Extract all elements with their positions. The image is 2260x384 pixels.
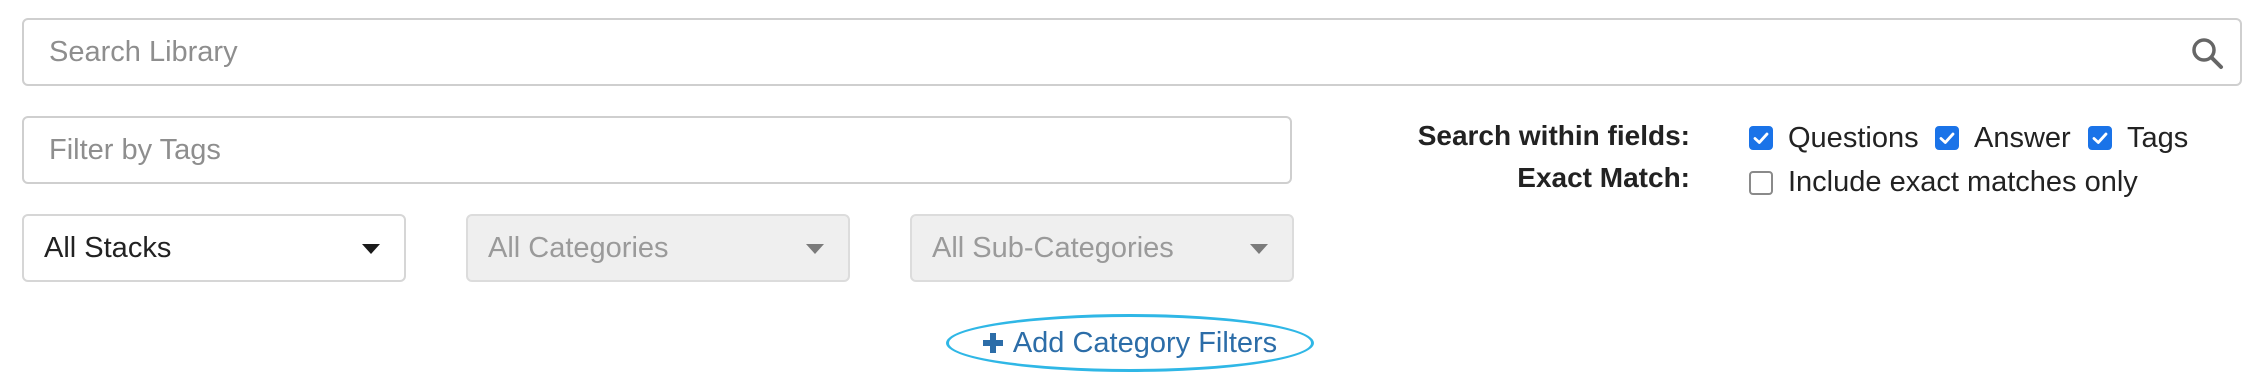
categories-dropdown: All Categories [466, 214, 850, 282]
add-category-filters-label: Add Category Filters [1012, 326, 1278, 359]
caret-down-icon [362, 244, 380, 254]
exact-match-checkbox[interactable] [1749, 171, 1773, 195]
tag-filter-input[interactable]: Filter by Tags [22, 116, 1292, 184]
caret-down-icon [806, 244, 824, 254]
tags-checkbox[interactable] [2088, 126, 2112, 150]
plus-icon [982, 333, 1003, 353]
add-category-filters-button[interactable]: Add Category Filters [946, 314, 1314, 372]
tags-label: Tags [2127, 122, 2189, 154]
exact-match-option-label: Include exact matches only [1788, 166, 2138, 198]
checkmark-icon [1753, 132, 1769, 144]
sub-categories-dropdown-value: All Sub-Categories [932, 232, 1174, 264]
sub-categories-dropdown: All Sub-Categories [910, 214, 1294, 282]
checkmark-icon [2092, 132, 2108, 144]
search-placeholder: Search Library [49, 36, 238, 68]
tag-filter-placeholder: Filter by Tags [49, 134, 221, 166]
stacks-dropdown[interactable]: All Stacks [22, 214, 406, 282]
caret-down-icon [1250, 244, 1268, 254]
exact-match-label: Exact Match: [1517, 162, 1690, 193]
answer-label: Answer [1974, 122, 2071, 154]
search-icon[interactable] [2190, 36, 2224, 70]
categories-dropdown-value: All Categories [488, 232, 669, 264]
stacks-dropdown-value: All Stacks [44, 232, 172, 264]
search-within-label: Search within fields: [1417, 120, 1690, 151]
search-input[interactable]: Search Library [22, 18, 2242, 86]
checkmark-icon [1939, 132, 1955, 144]
questions-label: Questions [1788, 122, 1919, 154]
questions-checkbox[interactable] [1749, 126, 1773, 150]
answer-checkbox[interactable] [1935, 126, 1959, 150]
